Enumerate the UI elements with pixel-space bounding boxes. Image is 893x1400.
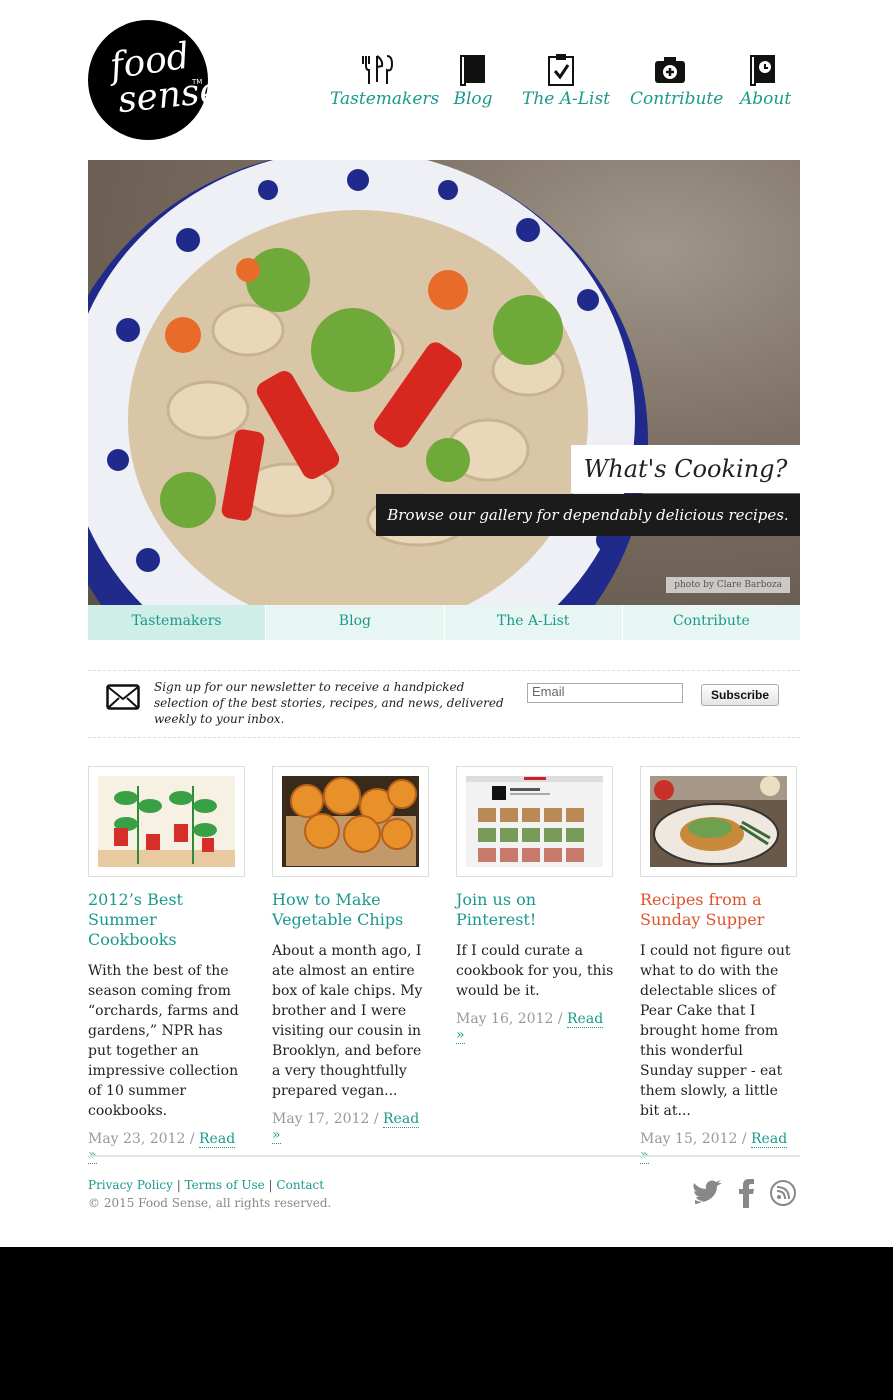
hero-banner[interactable]: What's Cooking? Browse our gallery for d… — [88, 160, 800, 605]
post-thumbnail[interactable] — [272, 766, 429, 877]
envelope-icon — [106, 684, 140, 710]
meta-separator: / — [373, 1111, 379, 1127]
post-meta: May 23, 2012 / Read » — [88, 1131, 248, 1164]
nav-blog[interactable]: Blog — [452, 52, 494, 112]
footer-divider — [88, 1155, 800, 1157]
camera-plus-icon — [655, 57, 685, 83]
nav-label: Tastemakers — [330, 89, 440, 109]
newsletter-description: Sign up for our newsletter to receive a … — [154, 680, 504, 726]
post-excerpt: With the best of the season coming from … — [88, 963, 239, 1119]
meta-separator: / — [741, 1131, 747, 1147]
subscribe-button[interactable]: Subscribe — [701, 684, 779, 706]
post-card: How to Make Vegetable Chips About a mont… — [272, 766, 432, 1144]
meta-separator: / — [557, 1011, 563, 1027]
link-divider: | — [268, 1178, 273, 1192]
nav-contribute[interactable]: Contribute — [630, 52, 724, 112]
site-logo[interactable]: food sense TM — [88, 20, 223, 140]
nav-label: About — [740, 89, 792, 109]
post-card: Join us on Pinterest! If I could curate … — [456, 766, 616, 1044]
page: food sense TM Tastemakers Blog The A-Lis… — [0, 0, 893, 1247]
privacy-policy-link[interactable]: Privacy Policy — [88, 1178, 173, 1192]
meta-separator: / — [189, 1131, 195, 1147]
twitter-icon[interactable] — [693, 1178, 725, 1208]
post-meta: May 17, 2012 / Read » — [272, 1111, 432, 1144]
nav-a-list[interactable]: The A-List — [522, 52, 611, 112]
tab-contribute[interactable]: Contribute — [622, 605, 800, 640]
nav-about[interactable]: About — [740, 52, 792, 112]
tab-blog[interactable]: Blog — [266, 605, 445, 640]
post-card: 2012’s Best Summer Cookbooks With the be… — [88, 766, 248, 1164]
vegetable-chips-photo — [282, 776, 419, 867]
post-thumbnail[interactable] — [456, 766, 613, 877]
post-date: May 17, 2012 — [272, 1111, 370, 1127]
hero-photo-pasta-bowl — [88, 160, 648, 605]
gallery-subnav: Tastemakers Blog The A-List Contribute — [88, 605, 800, 640]
utensils-icon — [362, 55, 394, 84]
hero-heading: What's Cooking? — [571, 445, 800, 493]
nav-tastemakers[interactable]: Tastemakers — [330, 52, 440, 112]
pinterest-screenshot — [466, 776, 603, 867]
post-title[interactable]: How to Make Vegetable Chips — [272, 890, 432, 930]
logo-word-sense: sense — [116, 69, 223, 122]
post-card: Recipes from a Sunday Supper I could not… — [640, 766, 800, 1164]
contact-link[interactable]: Contact — [276, 1178, 324, 1192]
post-date: May 23, 2012 — [88, 1131, 186, 1147]
cookbook-illustration — [98, 776, 235, 867]
email-input[interactable]: Email — [527, 683, 683, 703]
copyright: © 2015 Food Sense, all rights reserved. — [88, 1196, 332, 1210]
post-title[interactable]: 2012’s Best Summer Cookbooks — [88, 890, 248, 950]
sunday-supper-photo — [650, 776, 787, 867]
terms-of-use-link[interactable]: Terms of Use — [185, 1178, 265, 1192]
post-excerpt: I could not figure out what to do with t… — [640, 943, 791, 1119]
logo-trademark: TM — [192, 78, 203, 86]
nav-label: The A-List — [522, 89, 611, 109]
post-date: May 16, 2012 — [456, 1011, 554, 1027]
tab-tastemakers[interactable]: Tastemakers — [88, 605, 267, 640]
post-excerpt: About a month ago, I ate almost an entir… — [272, 943, 423, 1099]
hero-tagline[interactable]: Browse our gallery for dependably delici… — [376, 494, 800, 536]
post-meta: May 15, 2012 / Read » — [640, 1131, 800, 1164]
clipboard-check-icon — [548, 54, 574, 86]
post-title[interactable]: Recipes from a Sunday Supper — [640, 890, 800, 930]
photo-credit: photo by Clare Barboza — [666, 577, 790, 593]
facebook-icon[interactable] — [736, 1178, 756, 1208]
about-book-icon — [750, 55, 775, 86]
newsletter-signup: Sign up for our newsletter to receive a … — [88, 670, 800, 738]
post-date: May 15, 2012 — [640, 1131, 738, 1147]
rss-icon[interactable] — [769, 1178, 797, 1208]
post-excerpt: If I could curate a cookbook for you, th… — [456, 943, 614, 999]
tab-a-list[interactable]: The A-List — [444, 605, 623, 640]
post-meta: May 16, 2012 / Read » — [456, 1011, 616, 1044]
nav-label: Blog — [453, 89, 493, 109]
footer-links: Privacy Policy | Terms of Use | Contact — [88, 1178, 324, 1192]
link-divider: | — [176, 1178, 181, 1192]
nav-label: Contribute — [630, 89, 724, 109]
book-icon — [460, 55, 485, 86]
post-title[interactable]: Join us on Pinterest! — [456, 890, 616, 930]
post-thumbnail[interactable] — [88, 766, 245, 877]
post-thumbnail[interactable] — [640, 766, 797, 877]
